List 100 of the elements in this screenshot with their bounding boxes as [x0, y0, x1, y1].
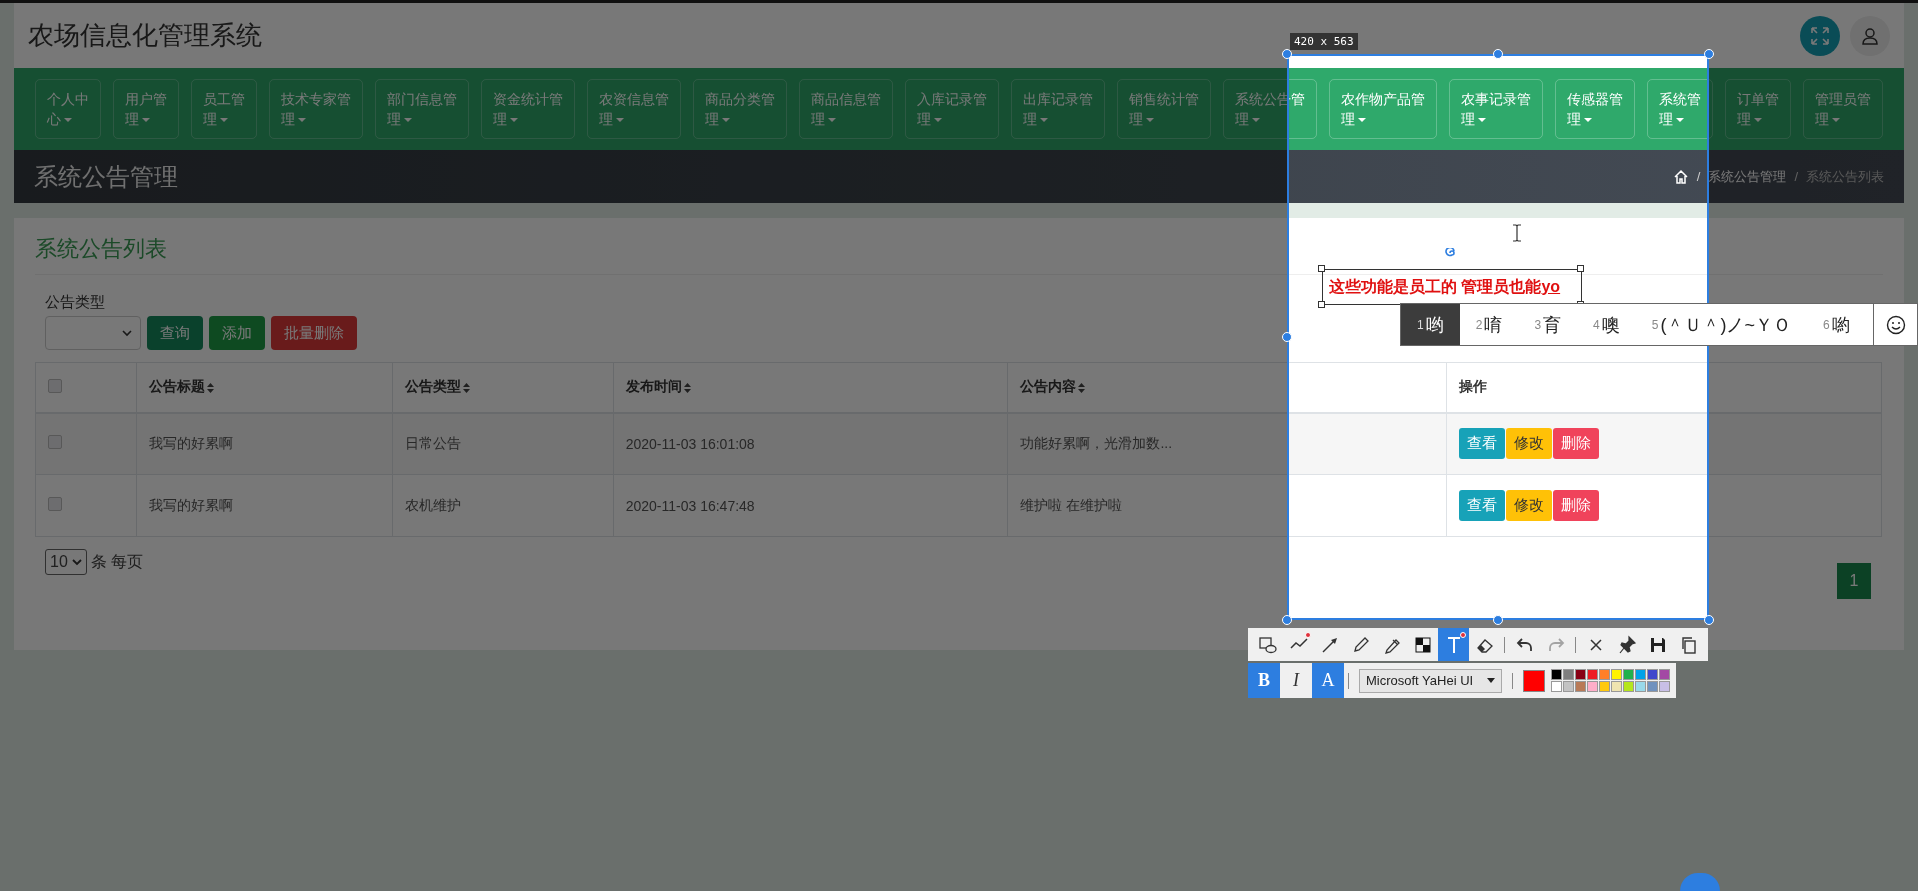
color-swatch[interactable] [1563, 681, 1575, 692]
nav-menu-button[interactable]: 用户管理 [113, 79, 179, 139]
size-label: 420 x 563 [1290, 33, 1358, 50]
caret-icon [1252, 118, 1260, 123]
card-title: 系统公告列表 [35, 218, 1883, 275]
table-cell: 农机维护 [392, 474, 614, 537]
breadcrumb-separator: / [1696, 169, 1701, 184]
user-button[interactable] [1850, 15, 1890, 56]
caret-icon [298, 118, 306, 123]
edit-button[interactable]: 修改 [1506, 428, 1553, 460]
caret-icon [64, 118, 72, 123]
resize-handle[interactable] [1318, 265, 1325, 272]
nav-menu-button[interactable]: 资金统计管理 [481, 79, 575, 139]
caret-icon [1358, 118, 1366, 123]
edit-button[interactable]: 修改 [1506, 490, 1553, 521]
nav-menu-button[interactable]: 传感器管理 [1555, 79, 1635, 139]
nav-menu-button[interactable]: 出库记录管理 [1011, 79, 1105, 139]
page-button[interactable]: 1 [1837, 563, 1871, 599]
select-all-checkbox[interactable] [48, 378, 62, 393]
nav-menu-button[interactable]: 入库记录管理 [905, 79, 999, 139]
color-swatch[interactable] [1647, 681, 1659, 692]
page-size-label: 条 每页 [90, 551, 144, 572]
color-swatch[interactable] [1623, 669, 1635, 680]
annotation-text: 这些功能是员工的 管理员也能yo [1329, 276, 1561, 297]
caret-icon [1584, 118, 1592, 123]
table-cell: 我写的好累啊 [136, 412, 393, 475]
color-swatch[interactable] [1611, 669, 1623, 680]
nav-menu-button[interactable]: 农作物产品管理 [1329, 79, 1437, 139]
color-swatch[interactable] [1551, 669, 1563, 680]
nav-menu-button[interactable]: 销售统计管理 [1117, 79, 1211, 139]
nav-menu-button[interactable]: 员工管理 [191, 79, 257, 139]
color-swatch[interactable] [1587, 681, 1599, 692]
color-swatch[interactable] [1575, 681, 1587, 692]
delete-button[interactable]: 删除 [1553, 428, 1600, 460]
breadcrumb-separator: / [1794, 169, 1798, 184]
page-size-select[interactable]: 10 [45, 549, 87, 575]
row-checkbox[interactable] [48, 435, 62, 450]
caret-icon [616, 118, 624, 123]
filter-label: 公告类型 [45, 293, 105, 312]
color-swatch[interactable] [1599, 681, 1611, 692]
caret-icon [1754, 118, 1762, 123]
color-swatch[interactable] [1659, 669, 1671, 680]
caret-icon [1478, 118, 1486, 123]
table-cell: 2020-11-03 16:01:08 [613, 412, 1008, 475]
table-cell: 日常公告 [392, 412, 614, 475]
color-swatch[interactable] [1623, 681, 1635, 692]
font-select[interactable]: Microsoft YaHei UI [1359, 668, 1503, 693]
caret-icon [1676, 118, 1684, 123]
table-cell: 我写的好累啊 [136, 474, 393, 537]
query-button[interactable]: 查询 [147, 316, 203, 350]
nav-menu-button[interactable]: 农资信息管理 [587, 79, 681, 139]
home-icon [1672, 168, 1689, 185]
fullscreen-button[interactable] [1800, 15, 1840, 56]
caret-icon [1832, 118, 1840, 123]
delete-button[interactable]: 批量删除 [271, 316, 357, 350]
sort-icon [205, 381, 215, 394]
resize-handle[interactable] [1318, 301, 1325, 308]
color-swatch[interactable] [1647, 669, 1659, 680]
nav-menu-button[interactable]: 技术专家管理 [269, 79, 363, 139]
table-cell: 功能好累啊，光滑加数... [1007, 412, 1447, 475]
view-button[interactable]: 查看 [1459, 428, 1506, 460]
color-swatch[interactable] [1635, 681, 1647, 692]
color-swatch[interactable] [1587, 669, 1599, 680]
caret-icon [404, 118, 412, 123]
nav-menu-button[interactable]: 管理员管理 [1803, 79, 1883, 139]
color-swatch[interactable] [1575, 669, 1587, 680]
color-swatch[interactable] [1611, 681, 1623, 692]
view-button[interactable]: 查看 [1459, 490, 1506, 521]
column-header: 公告标题 [136, 362, 393, 413]
row-checkbox[interactable] [48, 497, 62, 511]
checker-icon [1412, 634, 1433, 655]
nav-menu-button[interactable]: 个人中心 [35, 79, 101, 139]
nav-menu-button[interactable]: 农事记录管理 [1449, 79, 1543, 139]
app-title: 农场信息化管理系统 [28, 19, 262, 52]
nav-menu-button[interactable]: 订单管理 [1725, 79, 1791, 139]
column-header: 公告内容 [1007, 362, 1447, 413]
page-title: 系统公告管理 [34, 161, 178, 192]
breadcrumb-link[interactable]: 系统公告管理 [1708, 167, 1787, 186]
smiley-icon [1885, 314, 1906, 335]
color-swatch[interactable] [1551, 681, 1563, 692]
caret-icon [142, 118, 150, 123]
nav-menu-button[interactable]: 系统管理 [1647, 79, 1713, 139]
bold-button[interactable]: B [1248, 663, 1280, 698]
outline-button[interactable]: A [1312, 663, 1344, 698]
dropdown-icon [1487, 678, 1496, 683]
delete-button[interactable]: 删除 [1553, 490, 1600, 521]
color-swatch[interactable] [1659, 681, 1671, 692]
color-swatch[interactable] [1635, 669, 1647, 680]
color-swatch[interactable] [1599, 669, 1611, 680]
add-button[interactable]: 添加 [209, 316, 265, 350]
column-header: 操作 [1446, 362, 1882, 413]
caret-icon [722, 118, 730, 123]
column-header: 公告类型 [392, 362, 614, 413]
ime-candidate[interactable]: 1 哟 [1401, 304, 1460, 345]
current-color-swatch[interactable] [1523, 669, 1546, 692]
nav-menu-button[interactable]: 部门信息管理 [375, 79, 469, 139]
color-swatch[interactable] [1563, 669, 1575, 680]
nav-menu-button[interactable]: 商品分类管理 [693, 79, 787, 139]
resize-handle[interactable] [1577, 265, 1584, 272]
nav-menu-button[interactable]: 商品信息管理 [799, 79, 893, 139]
